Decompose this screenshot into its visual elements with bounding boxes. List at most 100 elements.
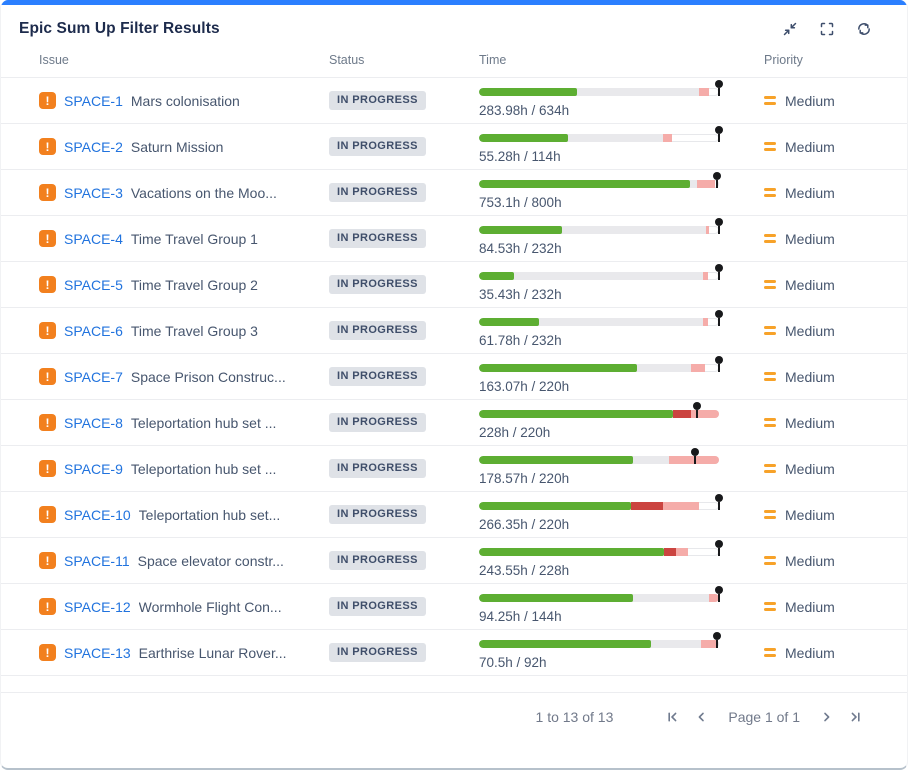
pin-head: [715, 126, 723, 134]
status-cell: IN PROGRESS: [329, 78, 479, 123]
priority-medium-equals-icon: [764, 142, 776, 151]
time-label: 70.5h / 92h: [479, 655, 761, 670]
next-page-button[interactable]: [820, 710, 834, 724]
time-cell: 283.98h / 634h: [479, 78, 761, 123]
priority-cell: Medium: [761, 400, 907, 445]
progress-segments: [479, 410, 719, 418]
issue-key-link[interactable]: SPACE-3: [64, 185, 123, 201]
progress-segments: [479, 364, 719, 372]
pin-stem: [716, 640, 718, 648]
priority-cell: Medium: [761, 630, 907, 675]
issue-key-link[interactable]: SPACE-8: [64, 415, 123, 431]
status-cell: IN PROGRESS: [329, 538, 479, 583]
panel-toolbar: [781, 20, 873, 38]
time-cell: 266.35h / 220h: [479, 492, 761, 537]
pin-head: [715, 356, 723, 364]
time-cell: 94.25h / 144h: [479, 584, 761, 629]
range-label: 1 to 13 of 13: [536, 709, 614, 725]
time-progress-bar: [479, 134, 719, 142]
priority-medium-equals-icon: [764, 326, 776, 335]
prev-page-button[interactable]: [694, 710, 708, 724]
estimate-pin-marker: [715, 356, 723, 372]
progress-segments: [479, 594, 719, 602]
issue-key-link[interactable]: SPACE-2: [64, 139, 123, 155]
pin-stem: [694, 456, 696, 464]
status-lozenge: IN PROGRESS: [329, 597, 426, 616]
pin-stem: [718, 548, 720, 556]
last-page-button[interactable]: [849, 710, 863, 724]
collapse-button[interactable]: [781, 20, 799, 38]
issue-key-link[interactable]: SPACE-7: [64, 369, 123, 385]
priority-cell: Medium: [761, 584, 907, 629]
time-cell: 163.07h / 220h: [479, 354, 761, 399]
priority-cell: Medium: [761, 262, 907, 307]
priority-label: Medium: [785, 93, 835, 109]
priority-cell: Medium: [761, 538, 907, 583]
time-cell: 61.78h / 232h: [479, 308, 761, 353]
issue-key-link[interactable]: SPACE-5: [64, 277, 123, 293]
issue-cell: ! SPACE-13 Earthrise Lunar Rover...: [1, 630, 329, 675]
table-row: ! SPACE-1 Mars colonisation IN PROGRESS …: [1, 78, 907, 124]
status-lozenge: IN PROGRESS: [329, 367, 426, 386]
status-lozenge: IN PROGRESS: [329, 413, 426, 432]
issue-key-link[interactable]: SPACE-11: [64, 553, 130, 569]
progress-segments: [479, 180, 719, 188]
issue-summary: Teleportation hub set...: [139, 507, 281, 523]
estimate-pin-marker: [715, 218, 723, 234]
column-header-status: Status: [329, 53, 479, 67]
issue-key-link[interactable]: SPACE-12: [64, 599, 131, 615]
issue-key-link[interactable]: SPACE-4: [64, 231, 123, 247]
status-cell: IN PROGRESS: [329, 262, 479, 307]
issue-key-link[interactable]: SPACE-13: [64, 645, 131, 661]
priority-cell: Medium: [761, 78, 907, 123]
priority-medium-equals-icon: [764, 234, 776, 243]
time-cell: 70.5h / 92h: [479, 630, 761, 675]
issue-key-link[interactable]: SPACE-6: [64, 323, 123, 339]
pin-head: [693, 402, 701, 410]
priority-label: Medium: [785, 415, 835, 431]
fullscreen-button[interactable]: [818, 20, 836, 38]
priority-label: Medium: [785, 323, 835, 339]
progress-segments: [479, 640, 719, 648]
priority-medium-equals-icon: [764, 510, 776, 519]
status-lozenge: IN PROGRESS: [329, 183, 426, 202]
fullscreen-icon: [819, 21, 835, 37]
page-title: Epic Sum Up Filter Results: [19, 20, 220, 38]
time-cell: 243.55h / 228h: [479, 538, 761, 583]
status-lozenge: IN PROGRESS: [329, 91, 426, 110]
time-cell: 753.1h / 800h: [479, 170, 761, 215]
issue-summary: Time Travel Group 1: [131, 231, 258, 247]
priority-medium-equals-icon: [764, 648, 776, 657]
column-header-issue: Issue: [1, 53, 329, 67]
time-cell: 35.43h / 232h: [479, 262, 761, 307]
epic-exclamation-icon: !: [39, 138, 56, 155]
issue-key-link[interactable]: SPACE-9: [64, 461, 123, 477]
status-cell: IN PROGRESS: [329, 492, 479, 537]
pin-head: [715, 80, 723, 88]
status-lozenge: IN PROGRESS: [329, 551, 426, 570]
issue-summary: Space elevator constr...: [138, 553, 284, 569]
estimate-pin-marker: [715, 310, 723, 326]
time-progress-bar: [479, 226, 719, 234]
pin-head: [713, 172, 721, 180]
issue-key-link[interactable]: SPACE-1: [64, 93, 123, 109]
refresh-button[interactable]: [855, 20, 873, 38]
estimate-pin-marker: [715, 126, 723, 142]
issue-cell: ! SPACE-12 Wormhole Flight Con...: [1, 584, 329, 629]
priority-medium-equals-icon: [764, 418, 776, 427]
priority-label: Medium: [785, 277, 835, 293]
first-page-button[interactable]: [665, 710, 679, 724]
issue-cell: ! SPACE-11 Space elevator constr...: [1, 538, 329, 583]
time-cell: 55.28h / 114h: [479, 124, 761, 169]
pin-head: [713, 632, 721, 640]
status-cell: IN PROGRESS: [329, 216, 479, 261]
issue-key-link[interactable]: SPACE-10: [64, 507, 131, 523]
status-lozenge: IN PROGRESS: [329, 643, 426, 662]
column-header-time: Time: [479, 53, 761, 67]
priority-cell: Medium: [761, 170, 907, 215]
last-page-icon: [849, 710, 863, 724]
time-progress-bar: [479, 180, 719, 188]
pin-stem: [718, 502, 720, 510]
time-progress-bar: [479, 364, 719, 372]
issue-summary: Teleportation hub set ...: [131, 461, 277, 477]
